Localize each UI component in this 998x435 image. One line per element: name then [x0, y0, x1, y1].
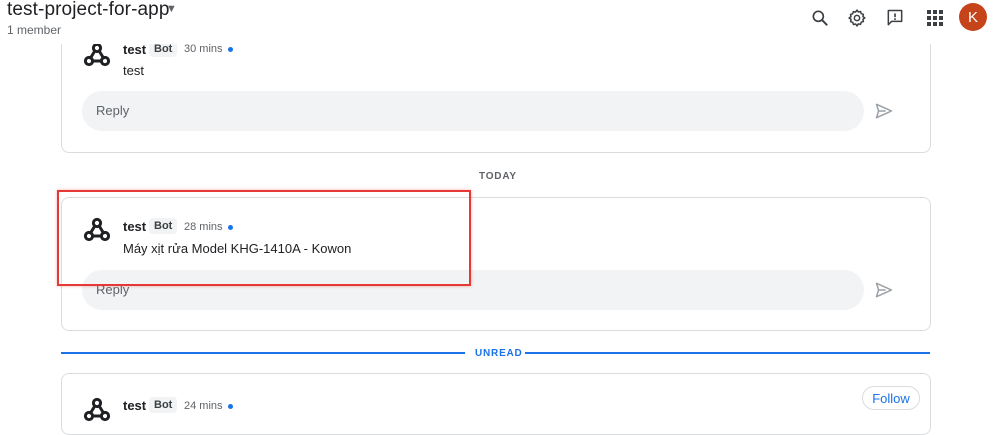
message-text: test	[123, 63, 144, 78]
reply-input[interactable]: Reply	[82, 91, 864, 131]
date-divider-today: TODAY	[479, 171, 517, 182]
unread-divider-label: UNREAD	[475, 348, 523, 359]
send-icon[interactable]	[874, 280, 894, 300]
unread-dot	[228, 404, 233, 409]
apps-grid-icon[interactable]	[922, 5, 948, 31]
message-time: 24 mins	[184, 400, 223, 412]
highlight-box	[57, 190, 471, 286]
unread-divider-line	[525, 352, 930, 354]
message-time: 30 mins	[184, 43, 223, 55]
message-card: test Bot 30 mins test Reply	[61, 30, 931, 153]
member-count[interactable]: 1 member	[7, 23, 61, 37]
reply-placeholder: Reply	[96, 103, 130, 118]
bot-badge: Bot	[149, 397, 178, 413]
chevron-down-icon[interactable]: ▼	[166, 3, 177, 15]
send-icon[interactable]	[874, 101, 894, 121]
gear-icon[interactable]	[844, 5, 870, 31]
sender-name[interactable]: test	[123, 42, 146, 57]
unread-dot	[228, 47, 233, 52]
webhook-bot-icon	[83, 42, 111, 67]
room-title[interactable]: test-project-for-app	[7, 0, 170, 21]
message-card: test Bot 24 mins Follow	[61, 373, 931, 435]
follow-button[interactable]: Follow	[862, 386, 920, 410]
feedback-icon[interactable]	[882, 5, 908, 31]
room-header: test-project-for-app ▼ 1 member K	[0, 0, 998, 44]
avatar[interactable]: K	[959, 3, 987, 31]
webhook-bot-icon	[83, 397, 111, 422]
sender-name[interactable]: test	[123, 398, 146, 413]
unread-divider-line	[61, 352, 465, 354]
search-icon[interactable]	[807, 5, 833, 31]
